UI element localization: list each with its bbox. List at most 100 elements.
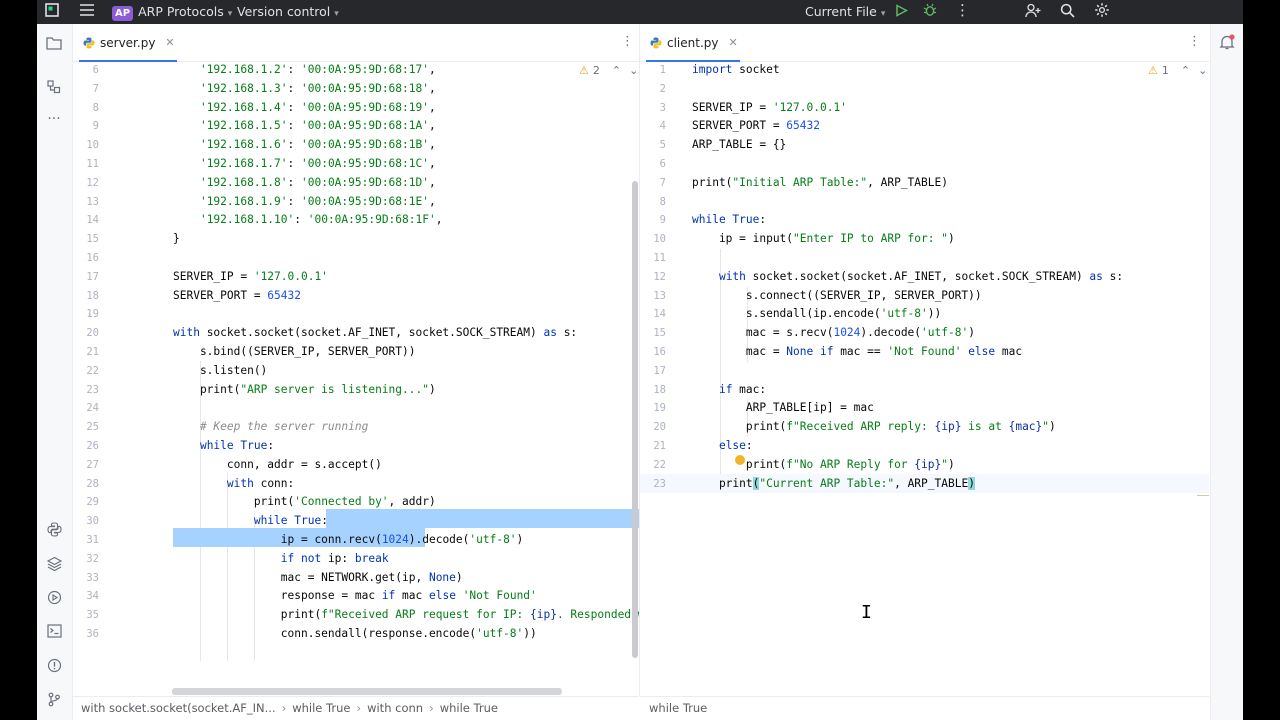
line-number[interactable]: 16 bbox=[640, 346, 666, 358]
line-number[interactable]: 17 bbox=[73, 271, 99, 283]
line-number[interactable]: 3 bbox=[640, 102, 666, 114]
code-line: while True: bbox=[253, 514, 328, 528]
line-number[interactable]: 32 bbox=[73, 553, 99, 565]
line-number[interactable]: 12 bbox=[73, 177, 99, 189]
close-icon[interactable]: ✕ bbox=[729, 36, 738, 49]
breadcrumb-item[interactable]: with socket.socket(socket.AF_IN... bbox=[81, 701, 276, 715]
code-line: s.connect((SERVER_IP, SERVER_PORT)) bbox=[692, 288, 982, 302]
problems-icon[interactable] bbox=[43, 654, 65, 676]
more-vertical-icon[interactable]: ⋮ bbox=[621, 34, 634, 49]
code-line: if mac: bbox=[718, 382, 767, 396]
line-number[interactable]: 23 bbox=[73, 384, 99, 396]
terminal-icon[interactable] bbox=[43, 620, 65, 642]
line-number[interactable]: 2 bbox=[640, 83, 666, 95]
code-line: '192.168.1.6': '00:0A:95:9D:68:1B', bbox=[199, 138, 436, 152]
line-number[interactable]: 18 bbox=[73, 290, 99, 302]
line-number[interactable]: 34 bbox=[73, 590, 99, 602]
line-number[interactable]: 36 bbox=[73, 628, 99, 640]
line-number[interactable]: 27 bbox=[73, 459, 99, 471]
line-number[interactable]: 11 bbox=[640, 252, 666, 264]
python-file-icon bbox=[650, 37, 662, 48]
line-number[interactable]: 28 bbox=[73, 478, 99, 490]
line-number[interactable]: 5 bbox=[640, 139, 666, 151]
line-number[interactable]: 21 bbox=[640, 440, 666, 452]
code-line: } bbox=[173, 232, 180, 246]
line-number[interactable]: 23 bbox=[640, 478, 666, 490]
line-number[interactable]: 13 bbox=[73, 196, 99, 208]
code-line: with conn: bbox=[226, 476, 295, 490]
line-number[interactable]: 26 bbox=[73, 440, 99, 452]
line-number[interactable]: 25 bbox=[73, 421, 99, 433]
layers-icon[interactable] bbox=[43, 552, 65, 574]
line-number[interactable]: 35 bbox=[73, 609, 99, 621]
line-number[interactable]: 21 bbox=[73, 346, 99, 358]
line-number[interactable]: 18 bbox=[640, 384, 666, 396]
line-number[interactable]: 22 bbox=[73, 365, 99, 377]
more-horizontal-icon[interactable]: ··· bbox=[43, 108, 65, 130]
code-area[interactable]: import socket SERVER_IP = '127.0.0.1' SE… bbox=[692, 61, 1207, 490]
line-number[interactable]: 16 bbox=[73, 252, 99, 264]
line-number[interactable]: 15 bbox=[73, 233, 99, 245]
line-number[interactable]: 8 bbox=[640, 196, 666, 208]
notifications-icon[interactable] bbox=[1219, 34, 1235, 54]
services-run-icon[interactable] bbox=[43, 586, 65, 608]
breadcrumb-item[interactable]: while True bbox=[649, 701, 707, 715]
line-number[interactable]: 20 bbox=[640, 421, 666, 433]
git-icon[interactable] bbox=[43, 688, 65, 710]
line-number[interactable]: 9 bbox=[640, 214, 666, 226]
line-number[interactable]: 22 bbox=[640, 459, 666, 471]
line-number[interactable]: 15 bbox=[640, 327, 666, 339]
line-number[interactable]: 1 bbox=[640, 64, 666, 76]
line-number[interactable]: 31 bbox=[73, 534, 99, 546]
breadcrumb-item[interactable]: while True bbox=[292, 701, 350, 715]
gear-icon[interactable] bbox=[1094, 2, 1110, 26]
line-number[interactable]: 4 bbox=[640, 120, 666, 132]
line-number[interactable]: 14 bbox=[73, 214, 99, 226]
tab-client-py[interactable]: client.py ✕ bbox=[650, 24, 738, 61]
tab-server-py[interactable]: server.py ✕ bbox=[83, 24, 175, 61]
text-cursor-icon: I bbox=[861, 602, 872, 623]
line-number[interactable]: 7 bbox=[640, 177, 666, 189]
code-line: print('Connected by', addr) bbox=[173, 495, 436, 509]
line-number[interactable]: 14 bbox=[640, 308, 666, 320]
code-line: SERVER_PORT = 65432 bbox=[692, 119, 820, 133]
editor-pane-client: client.py ✕ ⋮ ⚠ 1 ⌃ ⌄ 1 2 3 4 5 6 7 8 9 10 11 12 13 1… bbox=[640, 24, 1209, 696]
breadcrumb-item[interactable]: with conn bbox=[367, 701, 423, 715]
vertical-scrollbar[interactable] bbox=[632, 181, 638, 658]
python-console-icon[interactable] bbox=[43, 518, 65, 540]
line-number[interactable]: 6 bbox=[73, 64, 99, 76]
more-vertical-icon[interactable]: ⋮ bbox=[955, 2, 970, 26]
line-number[interactable]: 19 bbox=[640, 402, 666, 414]
more-vertical-icon[interactable]: ⋮ bbox=[1188, 34, 1201, 49]
line-number[interactable]: 29 bbox=[73, 496, 99, 508]
line-number[interactable]: 33 bbox=[73, 572, 99, 584]
line-number[interactable]: 12 bbox=[640, 271, 666, 283]
structure-icon[interactable] bbox=[43, 76, 65, 98]
code-line: mac = None if mac == 'Not Found' else ma… bbox=[692, 345, 1023, 358]
line-number[interactable]: 19 bbox=[73, 308, 99, 320]
python-file-icon bbox=[83, 37, 95, 48]
breadcrumb-item[interactable]: while True bbox=[440, 701, 498, 715]
close-icon[interactable]: ✕ bbox=[165, 36, 174, 49]
line-number[interactable]: 17 bbox=[640, 365, 666, 377]
line-number[interactable]: 10 bbox=[640, 233, 666, 245]
code-line: print("Current ARP Table:", ARP_TABLE) bbox=[692, 476, 975, 490]
line-number[interactable]: 8 bbox=[73, 102, 99, 114]
line-number[interactable]: 10 bbox=[73, 139, 99, 151]
breadcrumb-bar-client: while True bbox=[640, 696, 1209, 720]
line-number[interactable]: 30 bbox=[73, 515, 99, 527]
line-number[interactable]: 24 bbox=[73, 402, 99, 414]
line-number[interactable]: 9 bbox=[73, 120, 99, 132]
vcs-label: Version control bbox=[237, 4, 331, 19]
line-number[interactable]: 7 bbox=[73, 83, 99, 95]
project-folder-icon[interactable] bbox=[43, 32, 65, 54]
code-area[interactable]: '192.168.1.2': '00:0A:95:9D:68:17', '192… bbox=[173, 61, 639, 640]
line-number[interactable]: 11 bbox=[73, 158, 99, 170]
horizontal-scrollbar[interactable] bbox=[172, 688, 562, 695]
line-number[interactable]: 6 bbox=[640, 158, 666, 170]
line-number[interactable]: 13 bbox=[640, 290, 666, 302]
line-number[interactable]: 20 bbox=[73, 327, 99, 339]
code-line: print("ARP server is listening...") bbox=[173, 382, 436, 396]
code-line: '192.168.1.4': '00:0A:95:9D:68:19', bbox=[199, 100, 436, 114]
chevron-down-icon: ▾ bbox=[227, 9, 233, 19]
